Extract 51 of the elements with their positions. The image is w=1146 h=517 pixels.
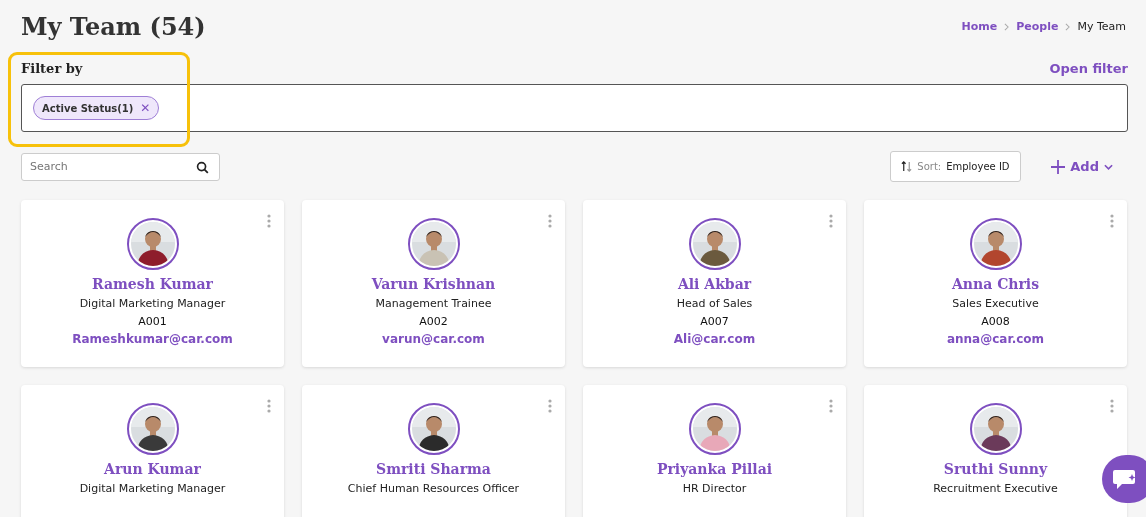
plus-icon — [1051, 159, 1066, 174]
member-title: Chief Human Resources Officer — [347, 482, 520, 495]
member-title: Digital Marketing Manager — [79, 482, 226, 495]
more-icon[interactable] — [829, 399, 833, 413]
search-field[interactable]: Search — [21, 152, 220, 181]
sort-button[interactable]: Sort: Employee ID — [890, 151, 1022, 182]
email-link[interactable]: Rameshkumar@car.com — [72, 332, 233, 346]
page-title: My Team (54) — [21, 12, 206, 41]
email-link[interactable]: Ali@car.com — [673, 332, 756, 346]
member-name[interactable]: Smriti Sharma — [376, 461, 491, 477]
search-icon — [196, 160, 209, 174]
employee-id: A008 — [981, 315, 1010, 328]
member-name[interactable]: Arun Kumar — [104, 461, 201, 477]
add-button[interactable]: Add — [1051, 159, 1113, 174]
breadcrumb-current: My Team — [1077, 20, 1126, 33]
more-icon[interactable] — [1110, 399, 1114, 413]
chip-label: Active Status(1) — [42, 102, 134, 114]
employee-id: A002 — [419, 315, 448, 328]
member-name[interactable]: Sruthi Sunny — [943, 461, 1048, 477]
member-title: Digital Marketing Manager — [79, 297, 226, 310]
chevron-icon — [1065, 22, 1071, 31]
more-icon[interactable] — [548, 399, 552, 413]
more-icon[interactable] — [1110, 214, 1114, 228]
open-filter-link[interactable]: Open filter — [1049, 61, 1128, 76]
member-title: Head of Sales — [676, 297, 753, 310]
breadcrumb-link[interactable]: Home — [961, 20, 998, 33]
member-name[interactable]: Ramesh Kumar — [92, 276, 213, 292]
chevron-icon — [1004, 22, 1010, 31]
filter-field[interactable]: Active Status(1) ✕ — [21, 84, 1128, 132]
member-name[interactable]: Priyanka Pillai — [656, 461, 773, 477]
chat-icon — [1112, 468, 1138, 490]
caret-icon — [1104, 163, 1113, 170]
member-title: Recruitment Executive — [933, 482, 1058, 495]
breadcrumb-link[interactable]: People — [1016, 20, 1059, 33]
remove-button[interactable]: ✕ — [140, 101, 151, 115]
employee-id: A001 — [138, 315, 167, 328]
employee-id: A007 — [700, 315, 729, 328]
email-link[interactable]: anna@car.com — [946, 332, 1045, 346]
sort-icon — [901, 161, 913, 172]
filter-label: Filter by — [21, 61, 83, 76]
member-title: Sales Executive — [952, 297, 1039, 310]
member-name[interactable]: Ali Akbar — [677, 276, 752, 292]
member-title: HR Director — [682, 482, 747, 495]
member-name[interactable]: Anna Chris — [951, 276, 1040, 292]
more-icon[interactable] — [829, 214, 833, 228]
email-link[interactable]: varun@car.com — [382, 332, 485, 346]
more-icon[interactable] — [548, 214, 552, 228]
more-icon[interactable] — [267, 399, 271, 413]
more-icon[interactable] — [267, 214, 271, 228]
member-name[interactable]: Varun Krishnan — [371, 276, 496, 292]
member-title: Management Trainee — [375, 297, 492, 310]
